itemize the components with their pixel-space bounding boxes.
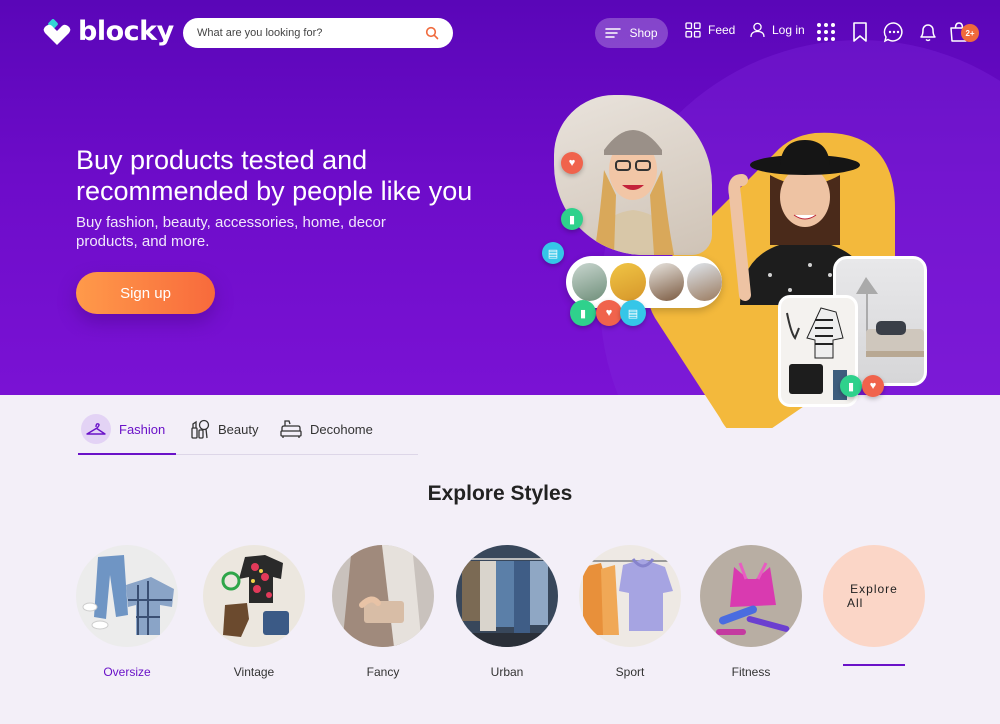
- search-input[interactable]: [197, 27, 425, 39]
- chat-icon[interactable]: [883, 21, 905, 43]
- explore-all-label: Explore: [850, 582, 898, 596]
- bookmark-chip-icon[interactable]: ▮: [840, 375, 862, 397]
- avatar[interactable]: [686, 263, 722, 301]
- explore-all-circle: Explore All: [823, 545, 925, 647]
- login-label: Log in: [772, 23, 805, 37]
- style-image-urban: [456, 545, 558, 647]
- style-image-fancy: [332, 545, 434, 647]
- bookmark-icon[interactable]: [849, 21, 871, 43]
- menu-lines-icon: [605, 28, 622, 38]
- style-urban[interactable]: Urban: [452, 545, 562, 679]
- style-image-sport: [579, 545, 681, 647]
- signup-button[interactable]: Sign up: [76, 272, 215, 314]
- styles-carousel: Oversize Vintage Fancy Urban Sport Fitne…: [70, 545, 940, 695]
- logo-mark-icon: [43, 18, 71, 45]
- brand-name: blocky: [78, 16, 174, 47]
- bell-icon[interactable]: [917, 21, 939, 43]
- tab-label: Fashion: [119, 421, 166, 437]
- explore-all-underline: [843, 664, 905, 666]
- feed-link[interactable]: Feed: [685, 22, 735, 38]
- style-oversize[interactable]: Oversize: [72, 545, 182, 679]
- shopping-bag-icon[interactable]: ▤: [542, 242, 564, 264]
- heart-icon[interactable]: ♥: [561, 152, 583, 174]
- style-fitness[interactable]: Fitness: [696, 545, 806, 679]
- style-label: Urban: [490, 665, 524, 679]
- style-label: Fancy: [366, 665, 400, 679]
- category-tabs: Fashion Beauty Decohome: [78, 405, 418, 455]
- hanger-icon: [81, 414, 111, 444]
- tab-label: Beauty: [218, 421, 259, 437]
- style-label: Sport: [615, 665, 645, 679]
- avatar[interactable]: [572, 263, 608, 301]
- hero-subtitle: Buy fashion, beauty, accessories, home, …: [76, 214, 386, 250]
- login-link[interactable]: Log in: [750, 22, 805, 38]
- tab-fashion[interactable]: Fashion: [81, 405, 165, 453]
- sofa-icon: [280, 420, 302, 438]
- style-fancy[interactable]: Fancy: [328, 545, 438, 679]
- brand-logo[interactable]: blocky: [42, 16, 174, 47]
- avatars-pill: [566, 256, 722, 308]
- user-icon: [750, 22, 765, 38]
- explore-all-button[interactable]: Explore All: [819, 545, 929, 666]
- bookmark-chip-icon[interactable]: ▮: [561, 208, 583, 230]
- avatar[interactable]: [610, 263, 646, 301]
- top-navbar: blocky Shop Feed Log in: [0, 0, 1000, 66]
- shopping-bag-icon[interactable]: ▤: [620, 300, 646, 326]
- cart-count-badge: 2+: [961, 24, 979, 42]
- style-image-vintage: [203, 545, 305, 647]
- style-vintage[interactable]: Vintage: [199, 545, 309, 679]
- search-icon[interactable]: [425, 26, 439, 40]
- hero-collage: ♥ ▮ ▤ ▮ ♥ ▤ ▮ ♥: [530, 90, 950, 430]
- tab-decohome[interactable]: Decohome: [280, 405, 373, 453]
- style-label: Fitness: [731, 665, 771, 679]
- style-image-oversize: [76, 545, 178, 647]
- style-label: Vintage: [233, 665, 275, 679]
- explore-all-label: All: [847, 596, 864, 610]
- hero-title: Buy products tested and recommended by p…: [76, 145, 473, 206]
- shop-label: Shop: [629, 26, 658, 40]
- active-tab-indicator: [78, 453, 176, 455]
- shop-button[interactable]: Shop: [595, 18, 668, 48]
- apps-grid-icon[interactable]: [815, 21, 837, 43]
- heart-icon[interactable]: ♥: [596, 300, 622, 326]
- bookmark-chip-icon[interactable]: ▮: [570, 300, 596, 326]
- beauty-icon: [191, 419, 210, 439]
- style-label: Oversize: [103, 665, 151, 679]
- style-image-fitness: [700, 545, 802, 647]
- search-bar[interactable]: [183, 18, 453, 48]
- style-sport[interactable]: Sport: [575, 545, 685, 679]
- tab-label: Decohome: [310, 421, 373, 437]
- hero-photo-woman-beanie: [554, 95, 712, 255]
- tab-beauty[interactable]: Beauty: [190, 405, 258, 453]
- heart-icon[interactable]: ♥: [862, 375, 884, 397]
- avatar[interactable]: [648, 263, 684, 301]
- explore-styles-title: Explore Styles: [427, 482, 573, 505]
- feed-grid-icon: [685, 22, 701, 38]
- feed-label: Feed: [708, 23, 736, 37]
